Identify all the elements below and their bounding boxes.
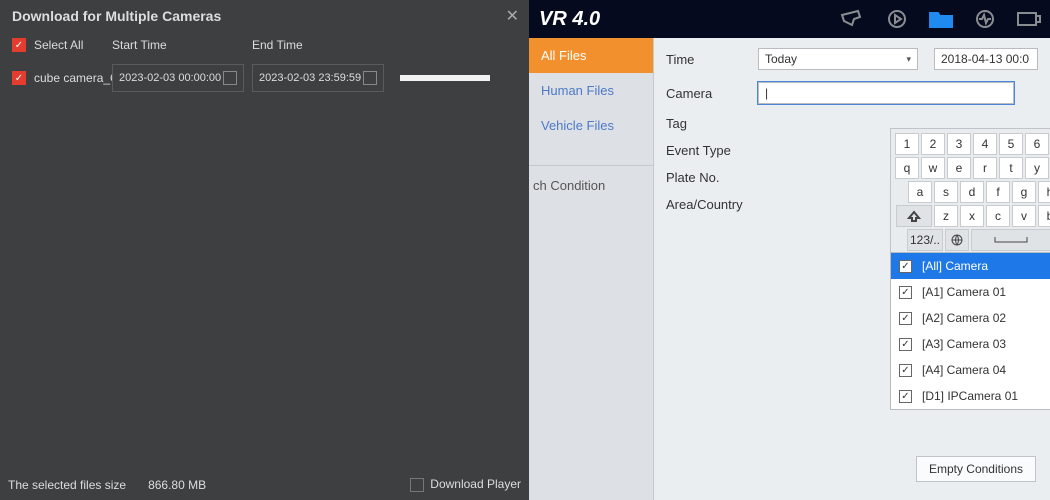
select-all-checkbox[interactable]: ✓	[12, 38, 26, 52]
virtual-keyboard: 1234567890 qwertyuiop asdfghjkl zxcvbnm …	[890, 128, 1050, 258]
calendar-icon	[363, 71, 377, 85]
camera-checkbox[interactable]: ✓	[899, 364, 912, 377]
start-time-header: Start Time	[112, 38, 252, 52]
event-label: Event Type	[666, 143, 750, 158]
calendar-icon	[223, 71, 237, 85]
key-4[interactable]: 4	[973, 133, 997, 155]
camera-option[interactable]: ✓ [D1] IPCamera 01	[891, 383, 1050, 409]
camera-option[interactable]: ✓ [A2] Camera 02	[891, 305, 1050, 331]
area-label: Area/Country	[666, 197, 750, 212]
key-q[interactable]: q	[895, 157, 919, 179]
row-checkbox[interactable]: ✓	[12, 71, 26, 85]
download-player-label: Download Player	[430, 477, 521, 491]
plate-label: Plate No.	[666, 170, 750, 185]
camera-option-label: [All] Camera	[922, 259, 988, 273]
playback-icon[interactable]	[882, 7, 912, 31]
key-c[interactable]: c	[986, 205, 1010, 227]
key-5[interactable]: 5	[999, 133, 1023, 155]
camera-checkbox[interactable]: ✓	[899, 390, 912, 403]
camera-option[interactable]: ✓ [All] Camera	[891, 253, 1050, 279]
key-6[interactable]: 6	[1025, 133, 1049, 155]
status-icon[interactable]	[970, 7, 1000, 31]
key-g[interactable]: g	[1012, 181, 1036, 203]
files-icon[interactable]	[926, 7, 956, 31]
sidebar: All Files Human Files Vehicle Files ch C…	[529, 38, 654, 500]
key-a[interactable]: a	[908, 181, 932, 203]
tab-vehicle-files[interactable]: Vehicle Files	[529, 108, 653, 143]
key-b[interactable]: b	[1038, 205, 1050, 227]
camera-dropdown: ✓ [All] Camera ✓ [A1] Camera 01 ✓ [A2] Camera…	[890, 252, 1050, 410]
size-label: The selected files size	[8, 478, 126, 492]
dialog-title: Download for Multiple Cameras	[0, 0, 529, 34]
key-1[interactable]: 1	[895, 133, 919, 155]
key-d[interactable]: d	[960, 181, 984, 203]
key-3[interactable]: 3	[947, 133, 971, 155]
camera-option-label: [A3] Camera 03	[922, 337, 1006, 351]
camera-name: cube camera_C...	[34, 71, 112, 85]
key-f[interactable]: f	[986, 181, 1010, 203]
key-globe[interactable]	[945, 229, 969, 251]
key-mode[interactable]: 123/..	[907, 229, 943, 251]
time-label: Time	[666, 52, 750, 67]
progress-bar	[400, 73, 490, 83]
search-form: Time Today▾ 2018-04-13 00:0 Camera | Tag…	[654, 38, 1050, 500]
key-space[interactable]	[971, 229, 1050, 251]
key-h[interactable]: h	[1038, 181, 1050, 203]
camera-input[interactable]: |	[758, 82, 1014, 104]
camera-option[interactable]: ✓ [A3] Camera 03	[891, 331, 1050, 357]
brand-label: VR 4.0	[535, 8, 600, 31]
select-all-label: Select All	[34, 38, 83, 52]
camera-row: ✓ cube camera_C... 2023-02-03 00:00:00 20…	[0, 56, 529, 100]
dialog-footer: The selected files size 866.80 MB Downlo…	[0, 473, 529, 496]
tab-all-files[interactable]: All Files	[529, 38, 653, 73]
close-icon[interactable]: ✕	[506, 6, 519, 26]
key-r[interactable]: r	[973, 157, 997, 179]
camera-option-label: [A2] Camera 02	[922, 311, 1006, 325]
key-w[interactable]: w	[921, 157, 945, 179]
search-condition-label: ch Condition	[529, 165, 653, 193]
key-e[interactable]: e	[947, 157, 971, 179]
camera-icon[interactable]	[838, 7, 868, 31]
key-s[interactable]: s	[934, 181, 958, 203]
nvr-app: VR 4.0 All Files Human Files Vehicle Fil…	[529, 0, 1050, 500]
camera-label: Camera	[666, 86, 750, 101]
key-t[interactable]: t	[999, 157, 1023, 179]
tag-label: Tag	[666, 116, 750, 131]
key-caps[interactable]	[896, 205, 932, 227]
camera-checkbox[interactable]: ✓	[899, 312, 912, 325]
chevron-down-icon: ▾	[906, 54, 911, 65]
time-select[interactable]: Today▾	[758, 48, 918, 70]
date-select[interactable]: 2018-04-13 00:0	[934, 48, 1038, 70]
device-icon[interactable]	[1014, 7, 1044, 31]
start-time-input[interactable]: 2023-02-03 00:00:00	[112, 64, 244, 92]
key-2[interactable]: 2	[921, 133, 945, 155]
size-value: 866.80 MB	[148, 478, 206, 492]
topbar: VR 4.0	[529, 0, 1050, 38]
camera-checkbox[interactable]: ✓	[899, 260, 912, 273]
camera-option[interactable]: ✓ [A4] Camera 04	[891, 357, 1050, 383]
download-dialog: Download for Multiple Cameras ✕ ✓ Select …	[0, 0, 529, 500]
camera-option-label: [D1] IPCamera 01	[922, 389, 1018, 403]
empty-conditions-button[interactable]: Empty Conditions	[916, 456, 1036, 482]
end-time-input[interactable]: 2023-02-03 23:59:59	[252, 64, 384, 92]
end-time-header: End Time	[252, 38, 392, 52]
key-v[interactable]: v	[1012, 205, 1036, 227]
tab-human-files[interactable]: Human Files	[529, 73, 653, 108]
camera-option[interactable]: ✓ [A1] Camera 01	[891, 279, 1050, 305]
camera-option-label: [A1] Camera 01	[922, 285, 1006, 299]
camera-checkbox[interactable]: ✓	[899, 286, 912, 299]
download-player-checkbox[interactable]	[410, 478, 424, 492]
camera-option-label: [A4] Camera 04	[922, 363, 1006, 377]
key-z[interactable]: z	[934, 205, 958, 227]
key-x[interactable]: x	[960, 205, 984, 227]
camera-checkbox[interactable]: ✓	[899, 338, 912, 351]
key-y[interactable]: y	[1025, 157, 1049, 179]
